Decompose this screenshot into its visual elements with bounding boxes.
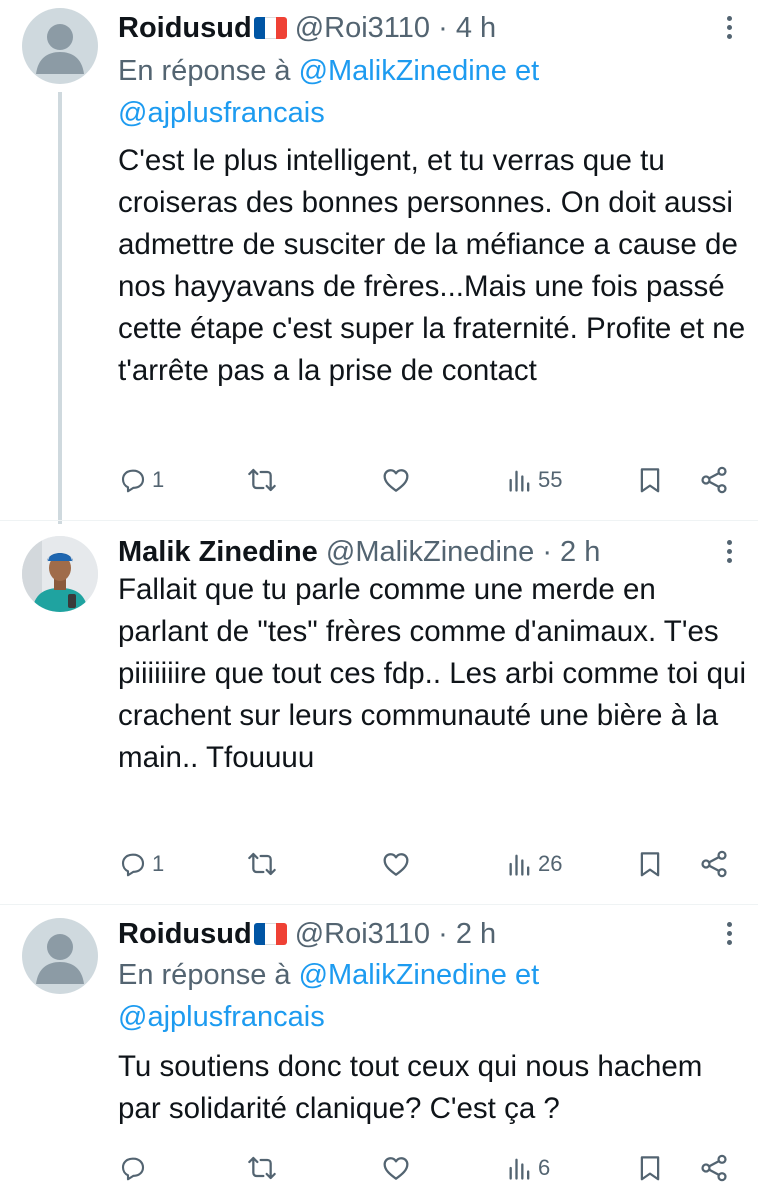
display-name[interactable]: Roidusud (118, 12, 252, 44)
share-button[interactable] (698, 1148, 730, 1188)
bookmark-icon (640, 852, 660, 877)
separator-dot: · (542, 536, 552, 568)
default-user-icon (36, 24, 84, 74)
tweet-text: Tu soutiens donc tout ceux qui nous hach… (118, 1050, 703, 1125)
reply-button[interactable]: 1 (118, 460, 164, 500)
reply-button[interactable]: 1 (118, 844, 164, 884)
repost-button[interactable] (246, 460, 278, 500)
mention-link[interactable]: @MalikZinedine (299, 959, 507, 991)
view-count: 55 (538, 467, 563, 492)
divider (0, 904, 758, 905)
tweet-2[interactable]: Malik Zinedine @MalikZinedine · 2 h Fall… (0, 522, 758, 902)
tweet-header: Roidusud @Roi3110 · 2 h (118, 916, 698, 952)
profile-photo (22, 536, 98, 612)
speech-bubble-icon (121, 853, 145, 877)
reply-and: et (515, 55, 540, 87)
reply-context: En réponse à @MalikZinedine et @ajplusfr… (118, 954, 728, 1038)
view-count: 26 (538, 851, 563, 876)
action-bar: 1 55 (118, 460, 748, 500)
mention-link[interactable]: @ajplusfrancais (118, 1001, 325, 1033)
views-button[interactable]: 6 (506, 1148, 550, 1188)
user-handle[interactable]: @Roi3110 (295, 918, 430, 950)
bar-chart-icon (509, 854, 530, 876)
timestamp[interactable]: 2 h (456, 918, 496, 950)
divider (0, 520, 758, 521)
repost-arrows-icon (248, 1156, 276, 1180)
action-bar: 1 26 (118, 844, 748, 884)
reply-and: et (515, 959, 540, 991)
reply-button[interactable] (118, 1148, 152, 1188)
share-icon (701, 1154, 727, 1182)
like-button[interactable] (380, 844, 412, 884)
tweet-1[interactable]: Roidusud @Roi3110 · 4 h En réponse à @Mal… (0, 0, 758, 524)
views-button[interactable]: 55 (506, 460, 562, 500)
default-user-icon (36, 934, 84, 984)
views-button[interactable]: 26 (506, 844, 562, 884)
thread-line (58, 92, 62, 524)
heart-icon (383, 469, 409, 492)
user-handle[interactable]: @Roi3110 (295, 12, 430, 44)
bookmark-icon (640, 1156, 660, 1181)
view-count: 6 (538, 1155, 551, 1180)
timestamp[interactable]: 4 h (456, 12, 496, 44)
user-handle[interactable]: @MalikZinedine (326, 536, 534, 568)
display-name[interactable]: Roidusud (118, 918, 252, 950)
france-flag-icon (253, 923, 287, 945)
bookmark-button[interactable] (635, 460, 665, 500)
tweet-header: Malik Zinedine @MalikZinedine · 2 h (118, 534, 698, 570)
share-button[interactable] (698, 844, 730, 884)
separator-dot: · (438, 12, 448, 44)
tweet-header: Roidusud @Roi3110 · 4 h (118, 10, 698, 46)
bar-chart-icon (509, 1158, 530, 1180)
tweet-text: Fallait que tu parle comme une merde en … (118, 573, 746, 774)
bookmark-button[interactable] (635, 1148, 665, 1188)
bar-chart-icon (509, 470, 530, 492)
more-options-icon[interactable] (714, 534, 744, 570)
display-name[interactable]: Malik Zinedine (118, 536, 318, 568)
tweet-text: C'est le plus intelligent, et tu verras … (118, 144, 746, 387)
heart-icon (383, 1157, 409, 1180)
repost-arrows-icon (248, 468, 276, 492)
avatar[interactable] (22, 918, 98, 994)
reply-prefix: En réponse à (118, 55, 291, 87)
repost-arrows-icon (248, 852, 276, 876)
tweet-3[interactable]: Roidusud @Roi3110 · 2 h En réponse à @Mal… (0, 906, 758, 1200)
reply-count: 1 (152, 467, 165, 492)
like-button[interactable] (380, 1148, 412, 1188)
separator-dot: · (438, 918, 448, 950)
share-icon (701, 466, 727, 494)
share-icon (701, 850, 727, 878)
like-button[interactable] (380, 460, 412, 500)
mention-link[interactable]: @MalikZinedine (299, 55, 507, 87)
heart-icon (383, 853, 409, 876)
share-button[interactable] (698, 460, 730, 500)
bookmark-icon (640, 468, 660, 493)
reply-count: 1 (152, 851, 165, 876)
repost-button[interactable] (246, 844, 278, 884)
timestamp[interactable]: 2 h (560, 536, 600, 568)
more-options-icon[interactable] (714, 10, 744, 46)
bookmark-button[interactable] (635, 844, 665, 884)
reply-prefix: En réponse à (118, 959, 291, 991)
france-flag-icon (253, 17, 287, 39)
speech-bubble-icon (121, 1157, 145, 1181)
repost-button[interactable] (246, 1148, 278, 1188)
avatar[interactable] (22, 536, 98, 612)
avatar[interactable] (22, 8, 98, 84)
action-bar: 6 (118, 1148, 748, 1188)
mention-link[interactable]: @ajplusfrancais (118, 97, 325, 129)
speech-bubble-icon (121, 469, 145, 493)
reply-context: En réponse à @MalikZinedine et @ajplusfr… (118, 50, 728, 134)
more-options-icon[interactable] (714, 916, 744, 952)
